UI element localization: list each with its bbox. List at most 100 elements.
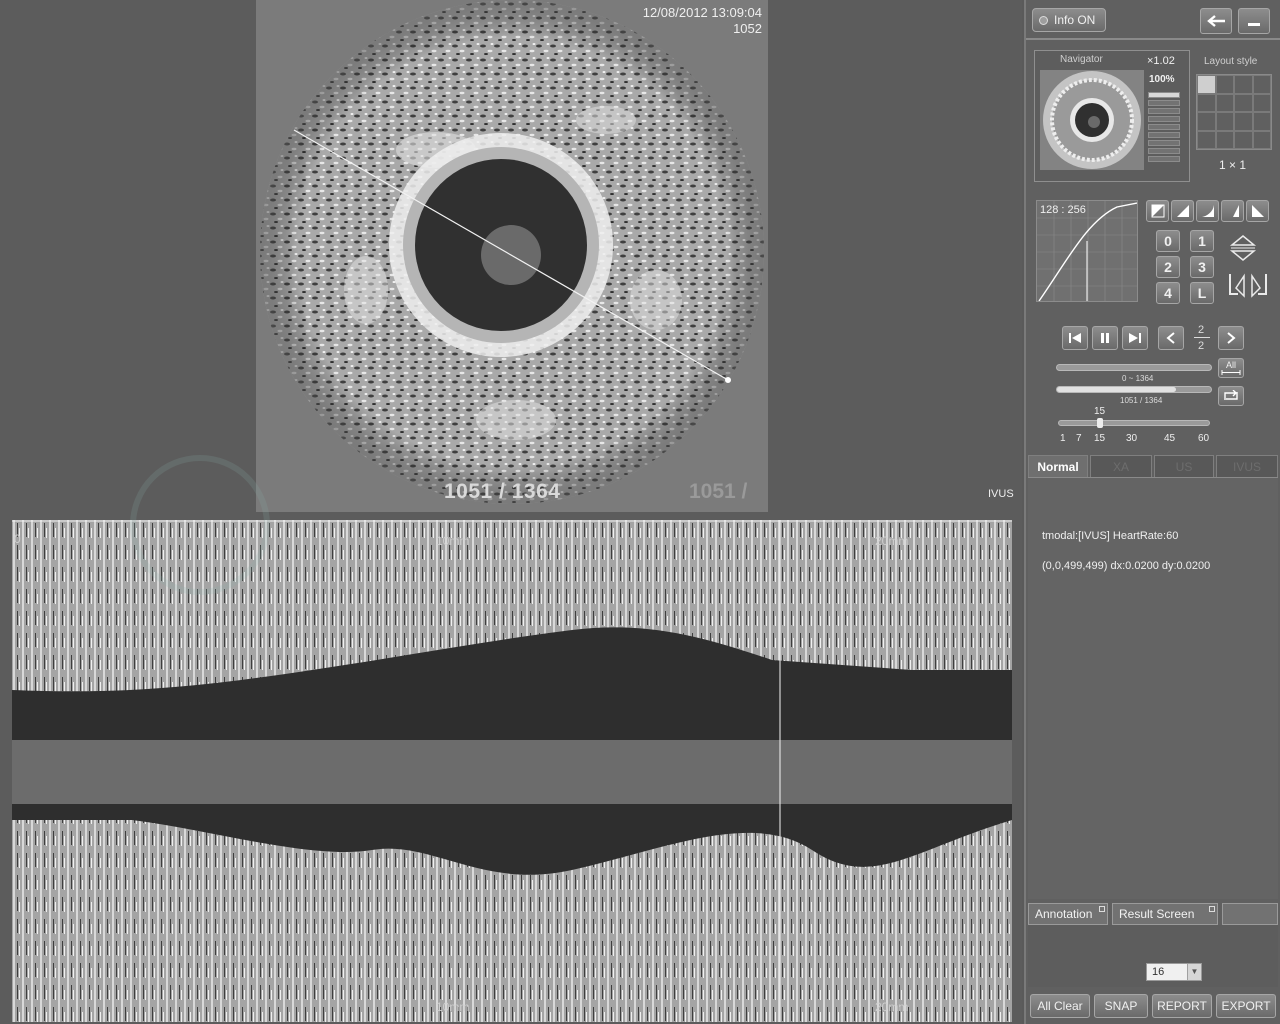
back-arrow-icon [1207, 15, 1225, 27]
pause-button[interactable] [1092, 326, 1118, 350]
navigator-thumbnail[interactable] [1040, 70, 1144, 170]
layout-cell[interactable] [1252, 130, 1271, 149]
layout-cell[interactable] [1252, 93, 1271, 112]
report-button[interactable]: REPORT [1152, 994, 1212, 1018]
expand-corner-icon [1209, 906, 1215, 912]
wl-preset-2-icon [1176, 205, 1189, 217]
page-divider [1194, 337, 1210, 338]
zoom-bar-segment [1148, 132, 1180, 138]
layout-cell[interactable] [1215, 93, 1234, 112]
range-arrows-icon [1221, 370, 1241, 375]
info-toggle-button[interactable]: Info ON [1032, 8, 1106, 32]
back-button[interactable] [1200, 8, 1232, 34]
wl-preset-1-button[interactable] [1146, 200, 1169, 222]
long-tick-20mm: 20mm [875, 534, 909, 548]
speed-slider[interactable] [1058, 418, 1210, 428]
layout-cell[interactable] [1252, 75, 1271, 94]
preset-1-button[interactable]: 1 [1190, 230, 1214, 252]
loop-button[interactable] [1218, 386, 1244, 406]
info-line-geometry: (0,0,499,499) dx:0.0200 dy:0.0200 [1042, 560, 1211, 572]
wl-preset-5-button[interactable] [1246, 200, 1269, 222]
lut-curve-graph [1037, 201, 1137, 301]
flip-horizontal-button[interactable] [1226, 270, 1270, 305]
loop-icon [1224, 390, 1238, 400]
long-tick-bottom-10mm: 10mm [436, 1000, 470, 1014]
layout-cell[interactable] [1234, 112, 1253, 131]
zoom-level-bar[interactable] [1148, 92, 1180, 164]
chevron-right-icon [1227, 332, 1236, 344]
range-slider[interactable] [1056, 364, 1212, 371]
longitudinal-view[interactable]: 0 10mm 20mm 10mm 20mm [12, 520, 1012, 1022]
modality-label: IVUS [988, 488, 1014, 500]
layout-cell[interactable] [1252, 112, 1271, 131]
export-button[interactable]: EXPORT [1216, 994, 1276, 1018]
flip-vertical-button[interactable] [1228, 233, 1258, 268]
speed-tick-45: 45 [1164, 433, 1176, 444]
navigator-title: Navigator [1060, 54, 1103, 65]
preset-0-button[interactable]: 0 [1156, 230, 1180, 252]
layout-cell[interactable] [1197, 130, 1216, 149]
datetime-text: 12/08/2012 13:09:04 [642, 5, 762, 20]
tab-result-screen[interactable]: Result Screen [1112, 903, 1218, 925]
wl-preset-3-icon [1201, 205, 1214, 217]
snap-button[interactable]: SNAP [1094, 994, 1148, 1018]
frame-id-text: 1052 [733, 21, 762, 36]
tab-annotation-label: Annotation [1035, 907, 1093, 921]
wl-preset-3-button[interactable] [1196, 200, 1219, 222]
speed-tick-30: 30 [1126, 433, 1138, 444]
preset-3-button[interactable]: 3 [1190, 256, 1214, 278]
info-toggle-label: Info ON [1054, 13, 1096, 27]
long-tick-0: 0 [14, 532, 21, 546]
next-page-button[interactable] [1218, 326, 1244, 350]
tab-result-screen-label: Result Screen [1119, 907, 1195, 921]
speed-tick-15: 15 [1094, 433, 1106, 444]
speed-slider-thumb[interactable] [1097, 418, 1103, 428]
minimize-button[interactable] [1238, 8, 1270, 34]
tab-ivus[interactable]: IVUS [1216, 455, 1278, 477]
forward-button[interactable] [1122, 326, 1148, 350]
info-tab-body: tmodal:[IVUS] HeartRate:60 (0,0,499,499)… [1028, 477, 1278, 899]
expand-corner-icon [1099, 906, 1105, 912]
count-select[interactable]: 16 ▼ [1146, 963, 1202, 981]
preset-2-button[interactable]: 2 [1156, 256, 1180, 278]
layout-cell[interactable] [1215, 130, 1234, 149]
frame-position-label: 1051 / 1364 [1120, 396, 1163, 405]
layout-cell[interactable] [1234, 130, 1253, 149]
layout-cell[interactable] [1197, 75, 1216, 94]
frame-counter-ghost: 1051 / [689, 480, 748, 503]
tab-normal[interactable]: Normal [1028, 455, 1088, 477]
prev-page-button[interactable] [1158, 326, 1184, 350]
navigator-thumbnail-image [1043, 71, 1141, 169]
tab-us[interactable]: US [1154, 455, 1214, 477]
cross-section-view[interactable]: 12/08/2012 13:09:04 1052 1051 / 1364 105… [256, 0, 768, 512]
zoom-factor: ×1.02 [1147, 55, 1175, 67]
zoom-bar-segment [1148, 116, 1180, 122]
lut-label: 128 : 256 [1040, 204, 1086, 216]
page-total: 2 [1198, 340, 1205, 352]
rewind-button[interactable] [1062, 326, 1088, 350]
all-clear-button[interactable]: All Clear [1030, 994, 1090, 1018]
layout-cell[interactable] [1215, 75, 1234, 94]
layout-cell[interactable] [1234, 75, 1253, 94]
window-preset-row [1146, 200, 1269, 222]
layout-cell[interactable] [1197, 93, 1216, 112]
wl-preset-5-icon [1251, 205, 1264, 217]
frame-position-slider[interactable] [1056, 386, 1212, 393]
tab-xa[interactable]: XA [1090, 455, 1152, 477]
wl-preset-4-button[interactable] [1221, 200, 1244, 222]
long-tick-bottom-20mm: 20mm [875, 1000, 909, 1014]
speed-tick-7: 7 [1076, 433, 1082, 444]
zoom-bar-segment [1148, 148, 1180, 154]
zoom-bar-segment [1148, 156, 1180, 162]
layout-style-grid[interactable] [1196, 74, 1272, 150]
layout-cell[interactable] [1215, 112, 1234, 131]
wl-preset-2-button[interactable] [1171, 200, 1194, 222]
panel-divider [1026, 38, 1280, 40]
preset-l-button[interactable]: L [1190, 282, 1214, 304]
rewind-icon [1069, 333, 1081, 343]
preset-4-button[interactable]: 4 [1156, 282, 1180, 304]
layout-cell[interactable] [1234, 93, 1253, 112]
all-range-button[interactable]: All [1218, 358, 1244, 378]
tab-annotation[interactable]: Annotation [1028, 903, 1108, 925]
layout-cell[interactable] [1197, 112, 1216, 131]
